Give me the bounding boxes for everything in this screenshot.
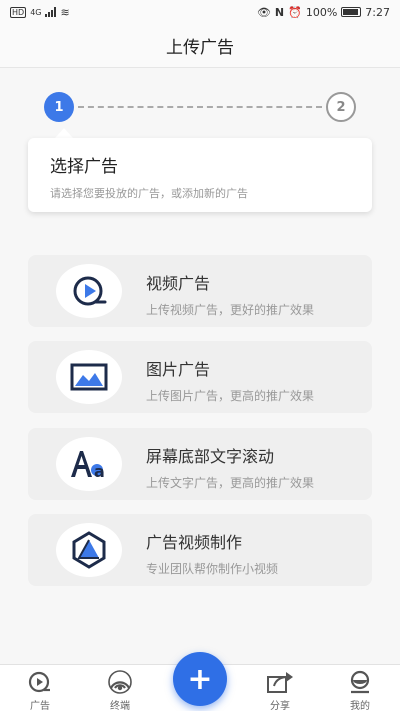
page-title: 上传广告 — [166, 38, 234, 58]
step-title: 选择广告 — [50, 157, 118, 177]
option-subtitle: 专业团队帮你制作小视频 — [146, 562, 279, 576]
step-1-indicator: 1 — [44, 92, 74, 122]
tab-label: 广告 — [30, 701, 50, 711]
battery-percent: 100% — [305, 5, 338, 19]
svg-text:a: a — [94, 462, 105, 481]
share-icon — [267, 672, 293, 693]
tab-share[interactable]: 分享 — [250, 669, 310, 711]
clock: 7:27 — [365, 5, 390, 19]
tab-profile[interactable]: 我的 — [330, 669, 390, 711]
hd-badge: HD — [10, 6, 27, 18]
text-aa-icon: a — [71, 451, 105, 481]
ad-play-icon — [28, 671, 50, 693]
option-title: 屏幕底部文字滚动 — [146, 447, 275, 466]
option-image-ad[interactable]: 图片广告 上传图片广告，更高的推广效果 — [28, 341, 372, 413]
image-icon — [70, 363, 108, 391]
step-subtitle: 请选择您要投放的广告，或添加新的广告 — [50, 187, 248, 200]
step-card-pointer — [55, 128, 73, 138]
production-icon — [72, 531, 106, 569]
tab-terminal[interactable]: 终端 — [90, 669, 150, 711]
alarm-icon: ⏰ — [288, 5, 302, 19]
tab-label: 我的 — [350, 701, 370, 711]
tab-label: 分享 — [270, 701, 290, 711]
terminal-signal-icon — [108, 670, 132, 694]
tab-ads[interactable]: 广告 — [10, 669, 70, 711]
wifi-icon: ≋ — [60, 5, 70, 19]
stepper: 1 2 — [44, 92, 356, 122]
option-title: 图片广告 — [146, 360, 211, 379]
profile-icon — [350, 670, 370, 694]
option-subtitle: 上传文字广告，更高的推广效果 — [146, 476, 315, 490]
option-title: 广告视频制作 — [146, 533, 243, 552]
option-scrolling-text[interactable]: a 屏幕底部文字滚动 上传文字广告，更高的推广效果 — [28, 428, 372, 500]
battery-icon — [341, 7, 362, 17]
option-subtitle: 上传视频广告，更好的推广效果 — [146, 303, 315, 317]
option-video-production[interactable]: 广告视频制作 专业团队帮你制作小视频 — [28, 514, 372, 586]
network-type: 4G — [30, 7, 42, 17]
title-bar: 上传广告 — [0, 24, 400, 68]
tab-label: 终端 — [110, 701, 130, 711]
option-video-ad[interactable]: 视频广告 上传视频广告，更好的推广效果 — [28, 255, 372, 327]
add-button[interactable]: + — [173, 652, 227, 706]
option-title: 视频广告 — [146, 274, 211, 293]
status-bar: HD 4G ≋ 👁 N ⏰ 100% 7:27 — [0, 0, 400, 24]
step-description-card: 选择广告 请选择您要投放的广告，或添加新的广告 — [28, 138, 372, 212]
step-2-indicator: 2 — [326, 92, 356, 122]
step-connector — [78, 106, 322, 108]
video-play-icon — [73, 276, 107, 306]
eye-icon: 👁 — [256, 5, 271, 19]
nfc-icon: N — [274, 5, 285, 19]
signal-icon — [45, 7, 57, 17]
option-subtitle: 上传图片广告，更高的推广效果 — [146, 389, 315, 403]
